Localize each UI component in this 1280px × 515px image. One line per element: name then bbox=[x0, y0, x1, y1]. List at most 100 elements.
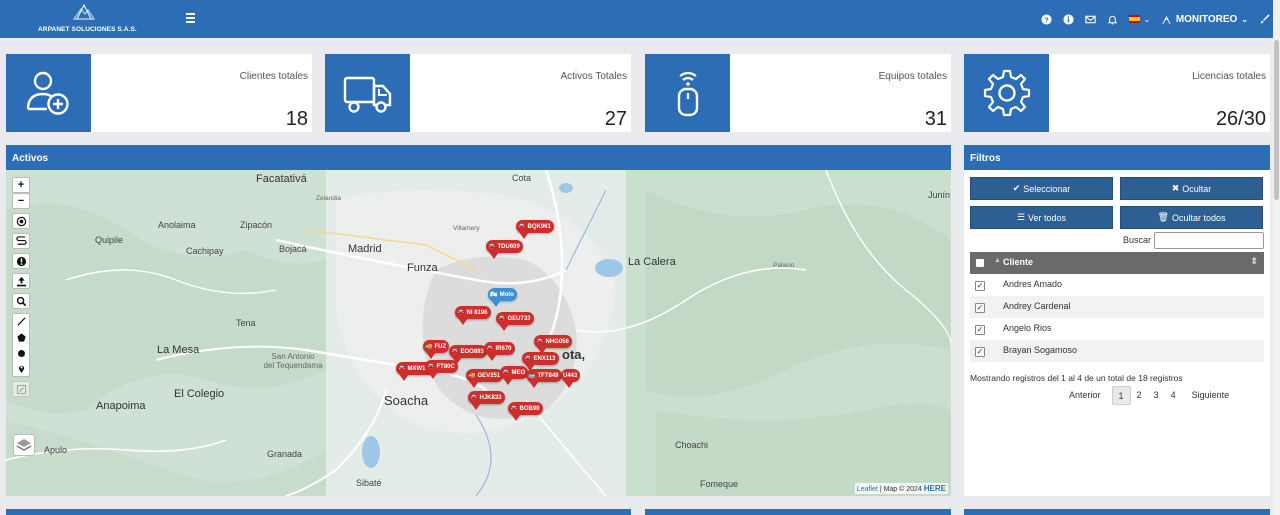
table-row[interactable]: ✓ Andrey Cardenal bbox=[970, 296, 1264, 318]
vehicle-marker[interactable]: 🚘 IR670 bbox=[484, 342, 515, 361]
car-icon: 🚘 bbox=[524, 356, 532, 362]
table-info: Mostrando registros del 1 al 4 de un tot… bbox=[970, 373, 1183, 383]
vehicle-marker[interactable]: 🚘 GEU733 bbox=[496, 312, 534, 331]
marker-label: BOB90 bbox=[519, 405, 540, 412]
search-input[interactable] bbox=[1154, 232, 1264, 249]
row-checkbox[interactable]: ✓ bbox=[975, 281, 985, 291]
marker-label: GEU733 bbox=[507, 315, 531, 322]
client-name: Andrey Cardenal bbox=[1003, 301, 1071, 311]
row-checkbox[interactable]: ✓ bbox=[975, 303, 985, 313]
page-button[interactable]: 4 bbox=[1165, 386, 1182, 405]
vehicle-marker[interactable]: 🚘 TDU609 bbox=[486, 240, 523, 259]
upload-icon[interactable] bbox=[12, 273, 30, 289]
vehicle-marker[interactable]: 🚘 MEO bbox=[500, 366, 529, 385]
page-button[interactable]: 2 bbox=[1131, 386, 1148, 405]
table-row[interactable]: ✓ Brayan Sogamoso bbox=[970, 340, 1264, 362]
button-label: Seleccionar bbox=[1023, 183, 1071, 194]
page-button[interactable]: 3 bbox=[1148, 386, 1165, 405]
vehicle-marker[interactable]: 🚚 GEV251 bbox=[466, 369, 504, 388]
bottom-panel-header bbox=[645, 509, 951, 515]
row-checkbox[interactable]: ✓ bbox=[975, 347, 985, 357]
zoom-in-button[interactable]: + bbox=[12, 177, 30, 193]
layers-icon[interactable] bbox=[13, 434, 35, 456]
top-navbar: ARPANET SOLUCIONES S.A.S. ? ⌄ MONITOREO … bbox=[0, 0, 1280, 38]
bell-icon[interactable] bbox=[1107, 13, 1119, 25]
vehicle-marker[interactable]: 🚘 BOB90 bbox=[508, 402, 543, 421]
locate-icon[interactable] bbox=[12, 213, 30, 229]
marker-label: BQK961 bbox=[527, 223, 551, 230]
gear-icon bbox=[964, 54, 1049, 132]
stat-label: Activos Totales bbox=[560, 71, 627, 82]
page-scrollbar[interactable] bbox=[1273, 0, 1280, 515]
vehicle-marker[interactable]: 🚘 EOO893 bbox=[449, 345, 487, 364]
close-icon: ✖ bbox=[1171, 183, 1180, 193]
vehicle-marker[interactable]: 🚘 HJK833 bbox=[468, 391, 505, 410]
table-row[interactable]: ✓ Angelo Rios bbox=[970, 318, 1264, 340]
truck-icon: 🚚 bbox=[425, 344, 433, 350]
truck-icon bbox=[325, 54, 410, 132]
company-name: ARPANET SOLUCIONES S.A.S. bbox=[38, 26, 137, 33]
table-header: ▲ Cliente ⇕ bbox=[970, 252, 1264, 274]
row-checkbox[interactable]: ✓ bbox=[975, 325, 985, 335]
stat-label: Clientes totales bbox=[239, 71, 308, 82]
vehicle-marker[interactable]: 🏍 Moto bbox=[488, 288, 517, 307]
panel-title: Activos bbox=[12, 153, 49, 164]
mail-icon[interactable] bbox=[1085, 13, 1097, 25]
zoom-out-button[interactable]: − bbox=[12, 193, 30, 209]
select-button[interactable]: ✔ Seleccionar bbox=[970, 177, 1113, 200]
help-icon[interactable]: ? bbox=[1041, 13, 1053, 25]
sort-asc-icon: ▲ bbox=[994, 257, 1001, 264]
bottom-panel-header bbox=[6, 509, 631, 515]
vehicle-marker[interactable]: 🚘 ENX113 bbox=[522, 352, 559, 371]
vehicle-marker[interactable]: 🚘 NI 8196 bbox=[455, 306, 491, 325]
show-all-button[interactable]: ☰ Ver todos bbox=[970, 206, 1113, 229]
vehicle-marker[interactable]: 🚘 NHG056 bbox=[534, 335, 572, 354]
language-selector[interactable]: ⌄ bbox=[1129, 13, 1151, 25]
vehicle-marker[interactable]: 🚌 TFT849 bbox=[526, 369, 562, 388]
draw-marker-icon[interactable] bbox=[12, 361, 30, 377]
stat-value: 18 bbox=[285, 108, 308, 130]
brush-icon[interactable] bbox=[1258, 13, 1270, 25]
map-view[interactable]: Facatativá Cota Junín Madrid Funza La Ca… bbox=[6, 170, 951, 496]
company-logo[interactable]: ARPANET SOLUCIONES S.A.S. bbox=[30, 0, 150, 38]
stat-value: 26/30 bbox=[1215, 108, 1266, 130]
draw-polygon-icon[interactable] bbox=[12, 329, 30, 345]
sort-icon[interactable]: ⇕ bbox=[1250, 256, 1258, 267]
prev-page-button[interactable]: Anterior bbox=[1063, 386, 1107, 405]
map-attribution: Leaflet | Map © 2024 HERE bbox=[854, 483, 948, 494]
marker-label: NHG056 bbox=[545, 338, 569, 345]
car-icon: 🚘 bbox=[518, 224, 526, 230]
filtros-panel-header: Filtros bbox=[964, 145, 1270, 170]
user-name: MONITOREO bbox=[1175, 13, 1238, 25]
hide-button[interactable]: ✖ Ocultar bbox=[1120, 177, 1263, 200]
edit-icon[interactable] bbox=[12, 381, 30, 397]
chevron-down-icon: ⌄ bbox=[1241, 14, 1248, 24]
draw-circle-icon[interactable] bbox=[12, 345, 30, 361]
scrollbar-thumb[interactable] bbox=[1274, 40, 1279, 200]
vehicle-marker[interactable]: 🚘 FT80C bbox=[425, 360, 458, 379]
vehicle-marker[interactable]: 🚚 FUZ bbox=[423, 340, 450, 359]
select-all-checkbox[interactable] bbox=[976, 259, 984, 267]
motorcycle-icon: 🏍 bbox=[490, 292, 498, 298]
info-icon[interactable] bbox=[1063, 13, 1075, 25]
vehicle-marker[interactable]: 🚘 BQK961 bbox=[516, 220, 554, 239]
car-icon: 🚘 bbox=[498, 316, 506, 322]
vehicle-marker[interactable]: U443 bbox=[561, 369, 581, 388]
search-icon[interactable] bbox=[12, 293, 30, 309]
draw-line-icon[interactable] bbox=[12, 313, 30, 329]
car-icon: 🚘 bbox=[510, 406, 518, 412]
attribution-text: | Map © 2024 bbox=[877, 486, 924, 493]
menu-toggle-icon[interactable] bbox=[186, 11, 200, 25]
user-menu[interactable]: MONITOREO ⌄ bbox=[1161, 14, 1248, 25]
marker-label: FUZ bbox=[434, 343, 447, 350]
leaflet-link[interactable]: Leaflet bbox=[857, 486, 878, 493]
route-icon[interactable] bbox=[12, 233, 30, 249]
alert-icon[interactable] bbox=[12, 253, 30, 269]
table-row[interactable]: ✓ Andres Amado bbox=[970, 274, 1264, 296]
button-label: Ver todos bbox=[1028, 212, 1067, 223]
here-logo: HERE bbox=[923, 484, 946, 493]
column-header-cliente[interactable]: Cliente bbox=[1003, 257, 1033, 267]
next-page-button[interactable]: Siguiente bbox=[1186, 386, 1236, 405]
hide-all-button[interactable]: 🗑 Ocultar todos bbox=[1120, 206, 1263, 229]
page-button[interactable]: 1 bbox=[1111, 386, 1131, 405]
